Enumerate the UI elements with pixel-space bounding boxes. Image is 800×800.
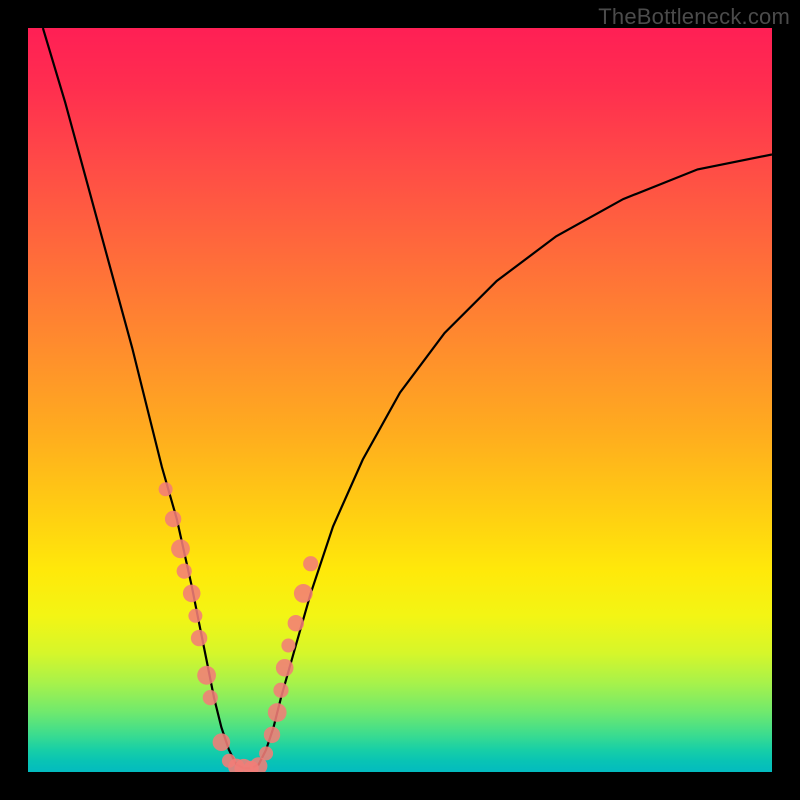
marker-dot (276, 659, 294, 677)
plot-area (28, 28, 772, 772)
bottleneck-curve (43, 28, 772, 768)
highlight-markers (159, 482, 319, 772)
attribution-label: TheBottleneck.com (598, 4, 790, 30)
marker-dot (159, 482, 173, 496)
marker-dot (259, 746, 273, 760)
marker-dot (177, 564, 192, 579)
marker-dot (188, 609, 202, 623)
marker-dot (288, 615, 304, 631)
marker-dot (197, 666, 216, 685)
marker-dot (191, 630, 207, 646)
plot-svg (28, 28, 772, 772)
marker-dot (165, 511, 181, 527)
marker-dot (264, 727, 280, 743)
marker-dot (268, 703, 287, 722)
marker-dot (203, 690, 218, 705)
marker-dot (183, 585, 201, 603)
marker-dot (273, 683, 288, 698)
marker-dot (171, 539, 190, 558)
marker-dot (213, 733, 231, 751)
chart-frame: TheBottleneck.com (0, 0, 800, 800)
marker-dot (294, 584, 313, 603)
marker-dot (303, 556, 318, 571)
marker-dot (281, 639, 295, 653)
